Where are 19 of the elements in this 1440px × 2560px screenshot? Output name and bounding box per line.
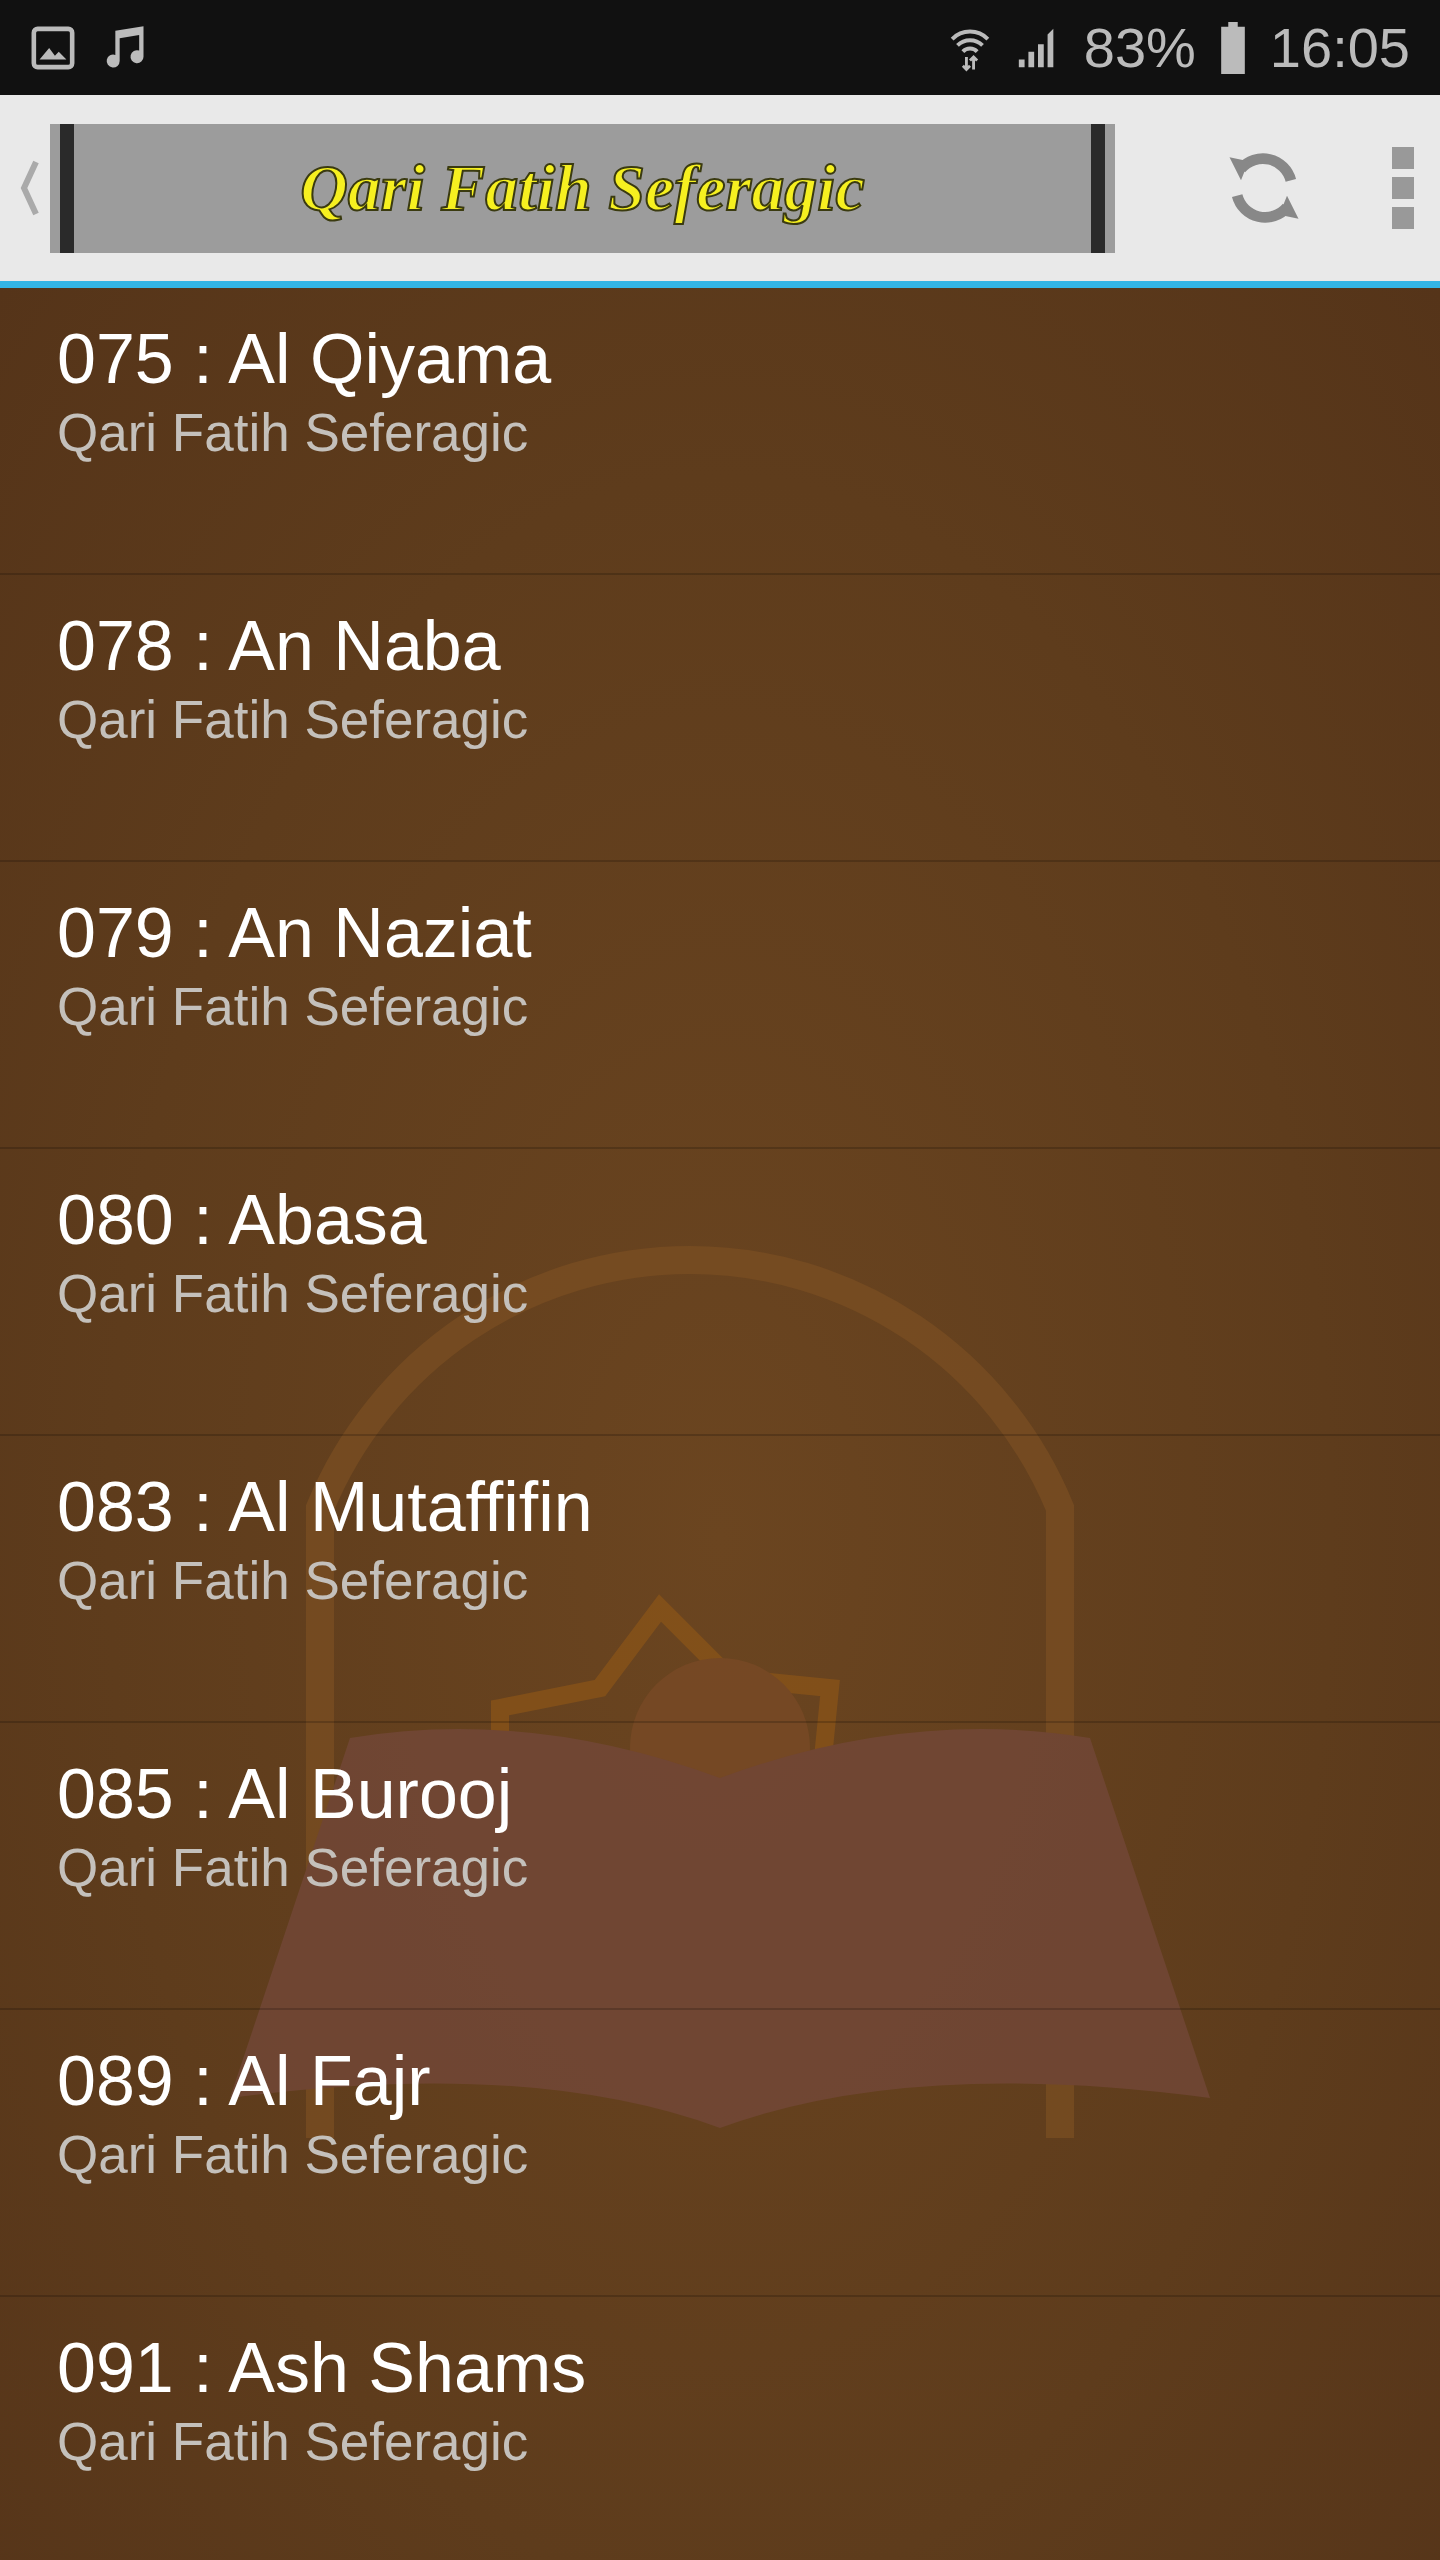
reciter-name: Qari Fatih Seferagic [57, 689, 530, 751]
track-title[interactable]: 085 : Al Burooj [57, 1755, 1383, 1833]
reciter-name: Qari Fatih Seferagic [57, 2124, 530, 2186]
track-title[interactable]: 089 : Al Fajr [57, 2042, 1383, 2120]
clock-time: 16:05 [1269, 15, 1410, 80]
reciter-name: Qari Fatih Seferagic [57, 1550, 530, 1612]
track-title[interactable]: 083 : Al Mutaffifin [57, 1468, 1383, 1546]
reciter-name: Qari Fatih Seferagic [57, 402, 530, 464]
track-title[interactable]: 078 : An Naba [57, 607, 1383, 685]
track-title[interactable]: 075 : Al Qiyama [57, 320, 1383, 398]
track-title[interactable]: 091 : Ash Shams [57, 2329, 1383, 2407]
battery-percent: 83% [1083, 15, 1196, 80]
reciter-name: Qari Fatih Seferagic [57, 2411, 530, 2473]
track-title[interactable]: 080 : Abasa [57, 1181, 1383, 1259]
reciter-name: Qari Fatih Seferagic [57, 976, 530, 1038]
app-title: Qari Fatih Seferagic [300, 150, 865, 226]
reciter-name: Qari Fatih Seferagic [57, 1263, 530, 1325]
track-title[interactable]: 079 : An Naziat [57, 894, 1383, 972]
reciter-name: Qari Fatih Seferagic [57, 1837, 530, 1899]
